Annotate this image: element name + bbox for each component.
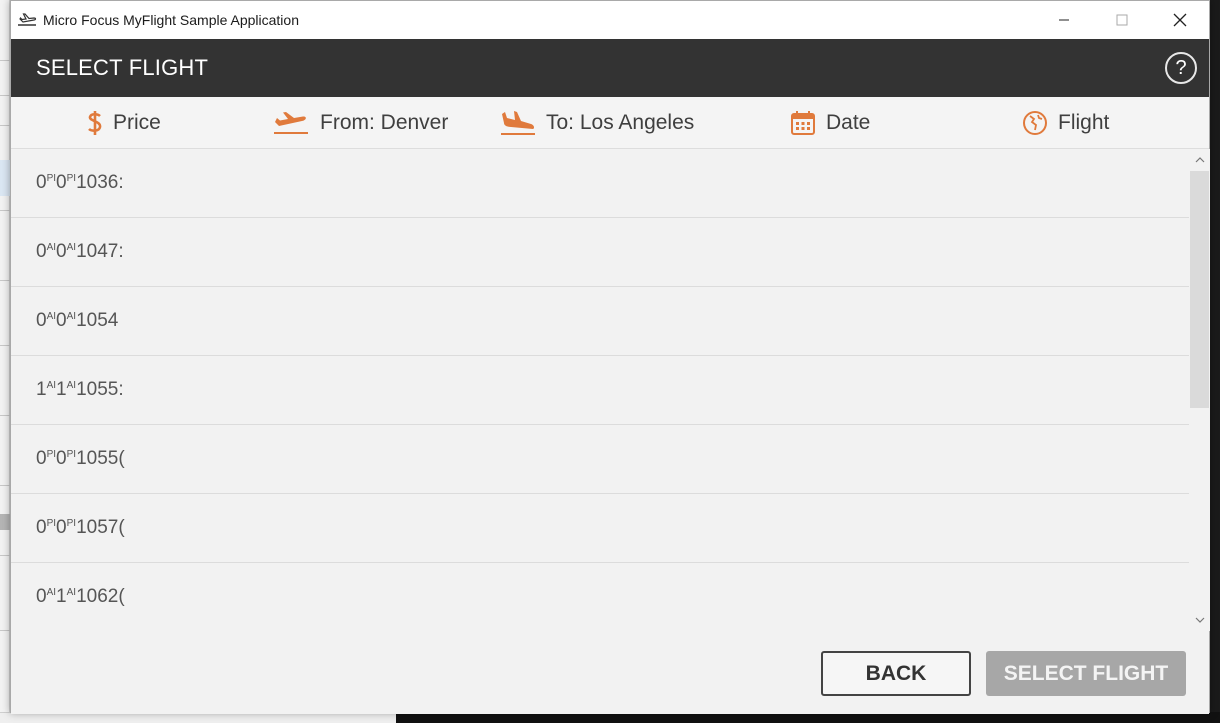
dollar-icon: [87, 110, 103, 136]
select-flight-button[interactable]: SELECT FLIGHT: [986, 651, 1186, 696]
close-button[interactable]: [1151, 1, 1209, 39]
column-label-from: From: Denver: [320, 111, 449, 134]
airplane-icon: [17, 11, 41, 29]
flight-row[interactable]: 0AI0AI1054: [11, 287, 1189, 356]
flight-row[interactable]: 0PI0PI1057(: [11, 494, 1189, 563]
flight-row-cell: 1AI1AI1055:: [36, 379, 124, 400]
help-button[interactable]: ?: [1165, 52, 1197, 84]
vertical-scrollbar[interactable]: [1189, 149, 1210, 631]
minimize-button[interactable]: [1035, 1, 1093, 39]
flight-row[interactable]: 1AI1AI1055:: [11, 356, 1189, 425]
column-header-to[interactable]: To: Los Angeles: [500, 97, 694, 149]
column-header-from[interactable]: From: Denver: [272, 97, 448, 149]
flight-row-cell: 0PI0PI1055(: [36, 448, 125, 469]
close-icon: [1173, 13, 1187, 27]
scroll-up-button[interactable]: [1189, 151, 1210, 169]
question-icon: ?: [1175, 56, 1187, 79]
window-title: Micro Focus MyFlight Sample Application: [43, 12, 299, 28]
flight-row-cell: 0AI1AI1062(: [36, 586, 125, 607]
chevron-down-icon: [1195, 617, 1204, 623]
flight-row-cell: 0PI0PI1036:: [36, 172, 124, 193]
chevron-up-icon: [1195, 157, 1204, 163]
calendar-icon: [790, 110, 816, 136]
column-header-bar: Price From: Denver To: Los Angeles Date …: [11, 97, 1209, 149]
background-window-edge: [0, 0, 10, 723]
flight-row[interactable]: 0PI0PI1036:: [11, 149, 1189, 218]
myflight-window: Micro Focus MyFlight Sample Application …: [10, 0, 1210, 714]
flight-row-cell: 0AI0AI1054: [36, 310, 119, 331]
page-title: SELECT FLIGHT: [36, 55, 209, 80]
minimize-icon: [1059, 19, 1069, 21]
column-label-price: Price: [113, 111, 161, 134]
title-bar[interactable]: Micro Focus MyFlight Sample Application: [11, 1, 1209, 39]
flight-list: 0PI0PI1036: 0AI0AI1047: 0AI0AI1054 1AI1A…: [11, 149, 1189, 631]
flight-row-cell: 0PI0PI1057(: [36, 517, 125, 538]
column-header-date[interactable]: Date: [790, 97, 870, 149]
globe-icon: [1022, 110, 1048, 136]
back-button[interactable]: BACK: [821, 651, 971, 696]
flight-row-cell: 0AI0AI1047:: [36, 241, 124, 262]
column-label-date: Date: [826, 111, 871, 134]
scroll-down-button[interactable]: [1189, 611, 1210, 629]
takeoff-icon: [272, 111, 310, 135]
footer-bar: BACK SELECT FLIGHT: [11, 631, 1209, 714]
landing-icon: [500, 110, 536, 136]
scroll-thumb[interactable]: [1190, 171, 1209, 408]
column-header-price[interactable]: Price: [87, 97, 161, 149]
flight-row[interactable]: 0AI0AI1047:: [11, 218, 1189, 287]
flight-row[interactable]: 0AI1AI1062(: [11, 563, 1189, 631]
maximize-icon: [1116, 14, 1128, 26]
column-header-flight[interactable]: Flight: [1022, 97, 1109, 149]
maximize-button[interactable]: [1093, 1, 1151, 39]
page-header: SELECT FLIGHT ?: [11, 39, 1209, 97]
flight-row[interactable]: 0PI0PI1055(: [11, 425, 1189, 494]
column-label-to: To: Los Angeles: [546, 111, 695, 134]
column-label-flight: Flight: [1058, 111, 1110, 134]
